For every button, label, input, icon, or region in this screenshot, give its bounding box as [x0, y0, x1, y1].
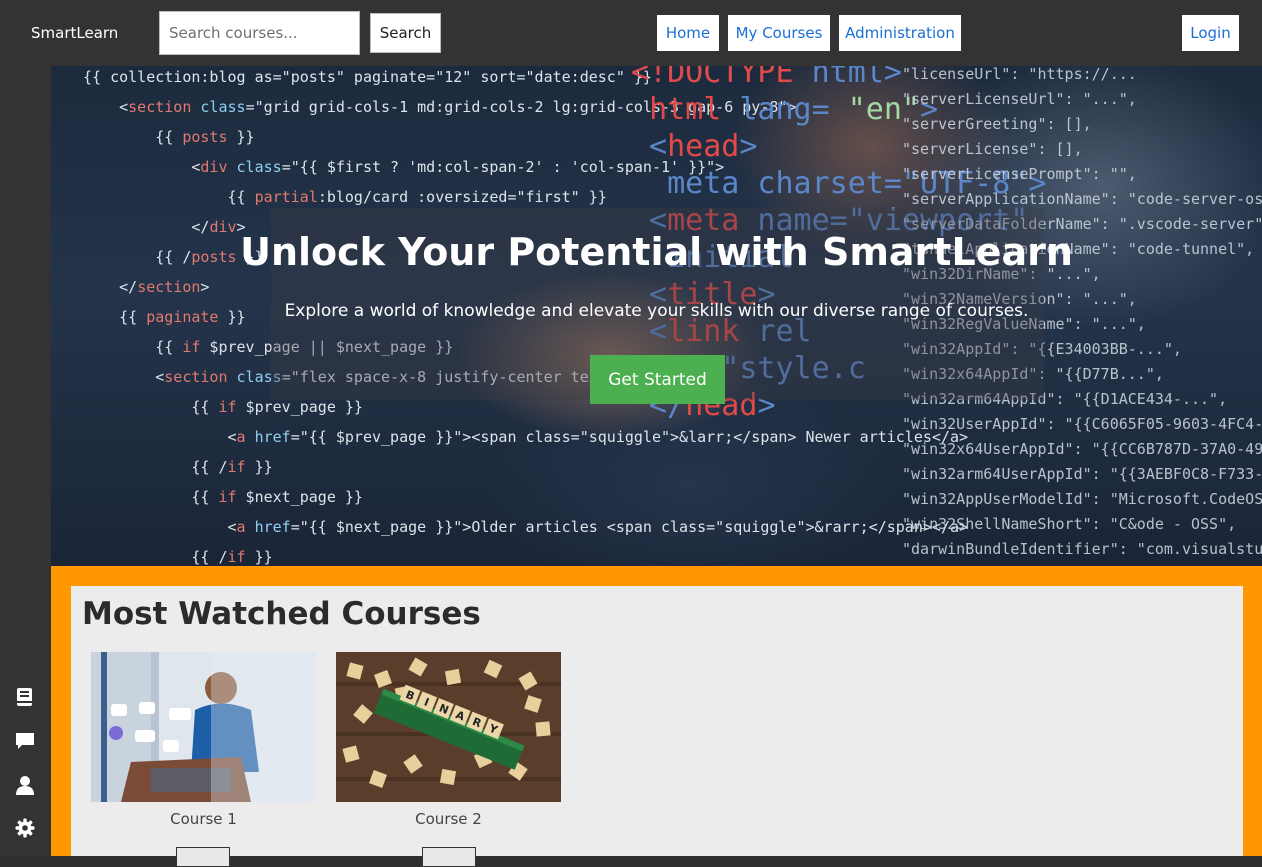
hero-subtitle: Explore a world of knowledge and elevate…	[284, 301, 1029, 321]
login-link[interactable]: Login	[1182, 15, 1239, 51]
top-navbar: SmartLearn Search Home My Courses Admini…	[0, 0, 1262, 66]
nav-my-courses-link[interactable]: My Courses	[728, 15, 830, 51]
book-icon[interactable]	[13, 685, 37, 709]
sidebar	[0, 66, 51, 856]
course-1-label[interactable]: Course 1	[91, 810, 316, 828]
section-title: Most Watched Courses	[82, 596, 481, 632]
chat-icon[interactable]	[13, 729, 37, 753]
nav-home-link[interactable]: Home	[657, 15, 719, 51]
course-2-button[interactable]	[422, 847, 476, 867]
search-button[interactable]: Search	[370, 13, 441, 53]
nav-administration-link[interactable]: Administration	[839, 15, 961, 51]
brand-logo[interactable]: SmartLearn	[31, 24, 118, 42]
get-started-button[interactable]: Get Started	[590, 355, 725, 404]
gear-icon[interactable]	[13, 816, 37, 840]
course-1-button[interactable]	[176, 847, 230, 867]
course-2-label[interactable]: Course 2	[336, 810, 561, 828]
hero-title: Unlock Your Potential with SmartLearn	[240, 230, 1073, 274]
user-icon[interactable]	[13, 773, 37, 797]
search-input[interactable]	[159, 11, 360, 55]
course-1-thumbnail[interactable]	[91, 652, 316, 802]
course-2-thumbnail[interactable]: BIN ARY	[336, 652, 561, 802]
